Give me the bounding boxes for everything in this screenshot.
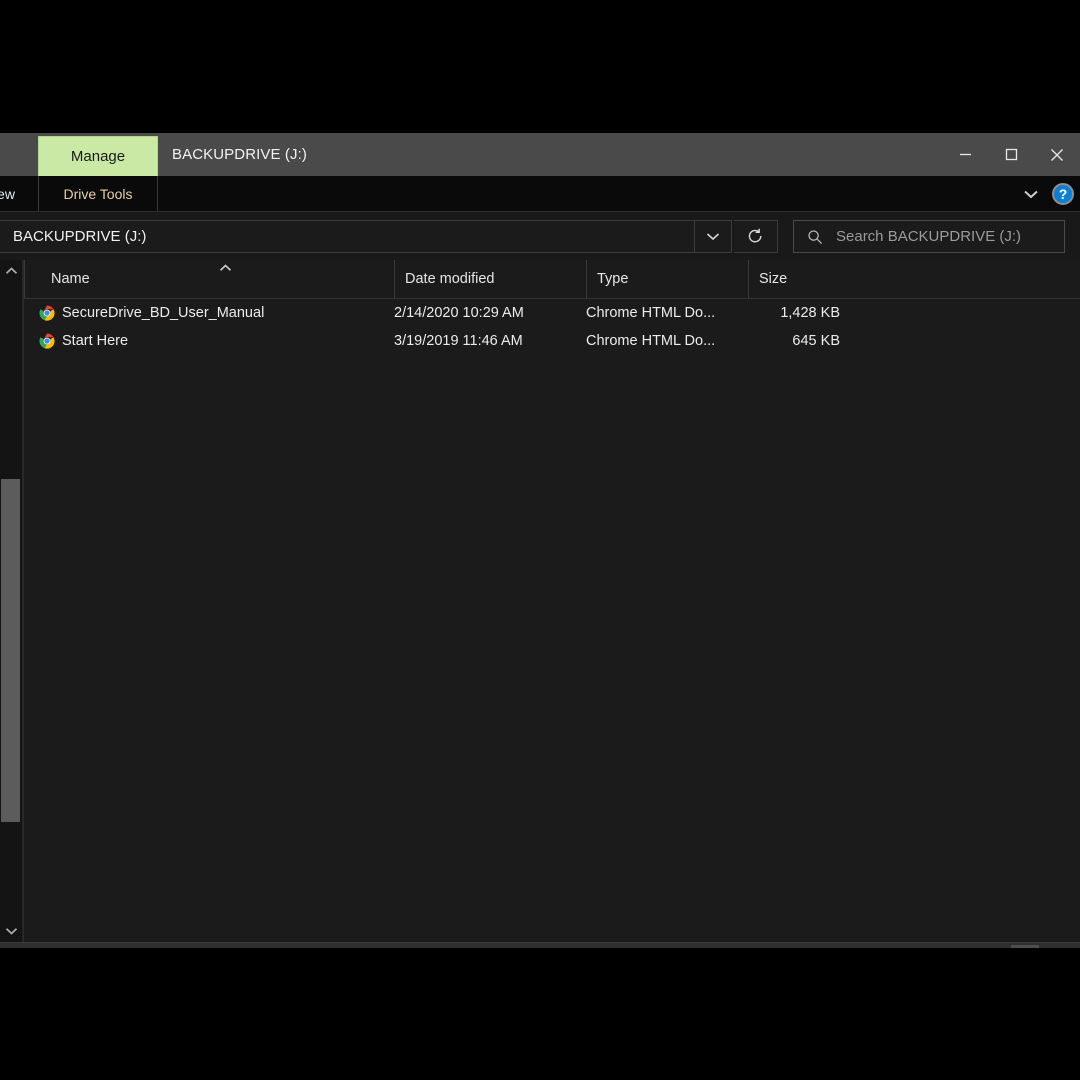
- screen: Manage BACKUPDRIVE (J:) ew Drive Tools ?…: [0, 0, 1080, 1080]
- explorer-body: Name Date modified Type Size SecureDrive…: [0, 260, 1080, 942]
- large-icons-view-button[interactable]: [1044, 945, 1072, 948]
- column-header-row: Name Date modified Type Size: [24, 260, 1080, 299]
- file-size: 645 KB: [792, 333, 840, 349]
- ribbon-tab-view-label: ew: [0, 185, 15, 202]
- chevron-down-icon: [706, 233, 720, 241]
- file-type: Chrome HTML Do...: [586, 305, 716, 321]
- scroll-down-button[interactable]: [0, 920, 22, 942]
- help-icon[interactable]: ?: [1052, 182, 1074, 205]
- column-header-type[interactable]: Type: [586, 260, 748, 298]
- minimize-button[interactable]: [942, 133, 988, 176]
- column-header-size-label: Size: [759, 271, 788, 287]
- title-bar: Manage BACKUPDRIVE (J:): [0, 133, 1080, 176]
- maximize-icon: [1005, 148, 1017, 161]
- chevron-down-icon: [1024, 190, 1038, 198]
- column-header-type-label: Type: [597, 271, 629, 287]
- scrollbar-thumb[interactable]: [1, 479, 20, 822]
- search-icon: [794, 229, 836, 245]
- status-bar: [0, 942, 1080, 948]
- column-header-name[interactable]: Name: [24, 260, 394, 298]
- chrome-html-document-icon: [38, 332, 56, 350]
- collapse-ribbon-button[interactable]: [1020, 183, 1042, 205]
- ribbon-right-controls: ?: [1020, 176, 1074, 211]
- maximize-button[interactable]: [988, 133, 1034, 176]
- file-type: Chrome HTML Do...: [586, 333, 716, 349]
- navigation-pane-scrollbar[interactable]: [0, 260, 23, 942]
- chevron-up-icon: [5, 267, 17, 274]
- file-list-pane: Name Date modified Type Size SecureDrive…: [23, 260, 1080, 942]
- column-header-name-label: Name: [51, 271, 90, 287]
- column-header-date-modified[interactable]: Date modified: [394, 260, 586, 298]
- file-list: SecureDrive_BD_User_Manual 2/14/2020 10:…: [24, 299, 1080, 355]
- minimize-icon: [959, 153, 971, 156]
- chrome-html-document-icon: [38, 304, 56, 322]
- file-size: 1,428 KB: [780, 305, 840, 321]
- file-date-modified: 2/14/2020 10:29 AM: [394, 305, 524, 321]
- file-date-modified: 3/19/2019 11:46 AM: [394, 333, 523, 349]
- address-bar-dropdown-button[interactable]: [694, 221, 731, 252]
- help-icon-glyph: ?: [1058, 185, 1068, 202]
- search-box[interactable]: [793, 220, 1065, 253]
- table-row[interactable]: Start Here 3/19/2019 11:46 AM Chrome HTM…: [24, 327, 1080, 355]
- address-bar-path: BACKUPDRIVE (J:): [13, 228, 147, 245]
- contextual-tab-manage[interactable]: Manage: [38, 136, 158, 176]
- search-input[interactable]: [836, 228, 1064, 245]
- ribbon-tab-drive-tools[interactable]: Drive Tools: [38, 176, 158, 211]
- file-name: SecureDrive_BD_User_Manual: [62, 305, 265, 321]
- contextual-tab-manage-label: Manage: [70, 148, 126, 165]
- address-row: BACKUPDRIVE (J:): [0, 212, 1080, 260]
- refresh-icon: [748, 228, 762, 243]
- file-explorer-window: Manage BACKUPDRIVE (J:) ew Drive Tools ?…: [0, 133, 1080, 948]
- view-mode-buttons: [1011, 945, 1072, 948]
- ribbon-tab-view[interactable]: ew: [0, 176, 34, 211]
- address-bar[interactable]: BACKUPDRIVE (J:): [0, 220, 732, 253]
- ribbon-tab-row: ew Drive Tools ?: [0, 176, 1080, 212]
- close-icon: [1051, 148, 1063, 161]
- window-controls: [942, 133, 1080, 176]
- ribbon-tab-drive-tools-label: Drive Tools: [63, 185, 133, 202]
- column-header-date-modified-label: Date modified: [405, 271, 495, 287]
- scroll-up-button[interactable]: [0, 260, 22, 282]
- column-header-size[interactable]: Size: [748, 260, 856, 298]
- refresh-button[interactable]: [734, 220, 778, 253]
- details-view-button[interactable]: [1011, 945, 1039, 948]
- table-row[interactable]: SecureDrive_BD_User_Manual 2/14/2020 10:…: [24, 299, 1080, 327]
- window-title: BACKUPDRIVE (J:): [172, 146, 307, 163]
- close-button[interactable]: [1034, 133, 1080, 176]
- file-name: Start Here: [62, 333, 129, 349]
- chevron-down-icon: [5, 928, 17, 935]
- sort-ascending-icon: [218, 264, 232, 272]
